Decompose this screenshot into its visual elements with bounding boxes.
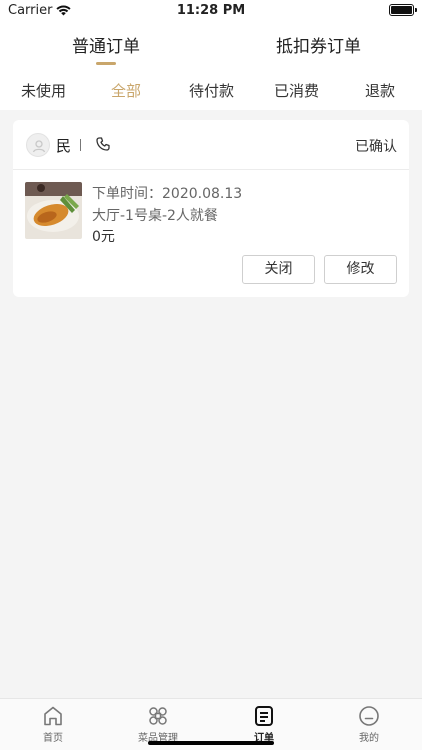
nav-profile-label: 我的 [359, 733, 379, 744]
profile-icon [359, 706, 379, 726]
nav-dishes[interactable]: 菜品管理 [128, 705, 188, 744]
status-time: 11:28 PM [176, 3, 246, 18]
battery-icon [389, 4, 417, 16]
dish-photo-icon [25, 182, 82, 239]
user-icon [32, 140, 46, 153]
orders-icon [255, 706, 273, 726]
tab-voucher-orders[interactable]: 抵扣券订单 [276, 32, 361, 57]
customer-name: 民 [56, 137, 72, 155]
subtab-refund[interactable]: 退款 [365, 80, 395, 101]
order-status: 已确认 [355, 139, 397, 155]
dish-image [25, 182, 82, 239]
nav-home[interactable]: 首页 [23, 705, 83, 744]
subtab-unused[interactable]: 未使用 [21, 80, 66, 101]
order-time: 下单时间：2020.08.13 [92, 186, 243, 202]
edit-order-button[interactable]: 修改 [324, 255, 397, 284]
nav-orders[interactable]: 订单 [234, 705, 294, 744]
home-indicator [148, 741, 274, 745]
home-icon [44, 706, 62, 726]
tab-normal-orders[interactable]: 普通订单 [72, 32, 140, 57]
close-order-button[interactable]: 关闭 [242, 255, 315, 284]
active-tab-indicator [96, 62, 116, 65]
order-type-tabs: 普通订单 抵扣券订单 [0, 24, 422, 70]
divider [80, 139, 81, 151]
avatar [26, 133, 50, 157]
order-amount: 0元 [92, 229, 115, 245]
nav-profile[interactable]: 我的 [339, 705, 399, 744]
status-bar: Carrier 11:28 PM [0, 0, 422, 24]
bottom-tab-bar: 首页 菜品管理 订单 我的 [0, 698, 422, 750]
order-card-header: 民 已确认 [13, 120, 409, 170]
subtab-pending-payment[interactable]: 待付款 [189, 80, 234, 101]
status-right [389, 4, 417, 16]
order-card[interactable]: 民 已确认 下单时间：2020.08.13 大厅-1号桌-2人就餐 0元 关闭 … [13, 120, 409, 297]
subtab-all[interactable]: 全部 [111, 80, 141, 101]
phone-icon[interactable] [95, 136, 111, 152]
order-status-tabs: 未使用 全部 待付款 已消费 退款 [0, 70, 422, 110]
nav-home-label: 首页 [43, 733, 63, 744]
dishes-icon [149, 707, 167, 725]
order-table: 大厅-1号桌-2人就餐 [92, 208, 218, 224]
subtab-consumed[interactable]: 已消费 [274, 80, 319, 101]
